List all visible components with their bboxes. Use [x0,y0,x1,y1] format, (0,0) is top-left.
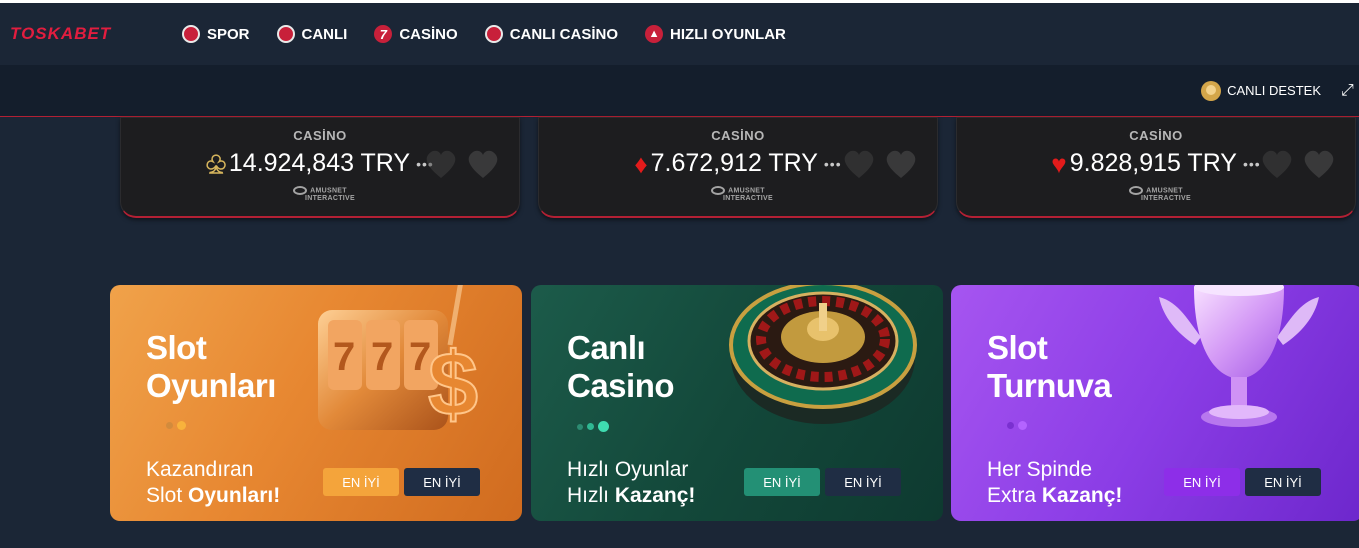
carousel-dot-active[interactable] [598,421,609,432]
roulette-chip-icon [484,25,503,43]
carousel-dots [166,421,190,430]
nav-item-hizli-oyunlar[interactable]: ▲ HIZLI OYUNLAR [645,25,786,43]
live-ball-icon [276,25,295,43]
diamond-icon: ♦ [634,148,648,179]
svg-text:7: 7 [371,335,393,379]
carousel-dot[interactable] [166,422,173,429]
live-support-label: CANLI DESTEK [1227,83,1321,98]
rocket-icon: ▲ [645,25,664,43]
top-navigation-bar: TOSKABET SPOR CANLI 7 CASİNO CANLI CASİN… [0,0,1359,65]
main-nav: SPOR CANLI 7 CASİNO CANLI CASİNO ▲ HIZLI… [182,25,813,43]
promo-card-slot-tournament[interactable]: Slot Turnuva Her Spinde Extra Kazanç! EN İ… [951,285,1359,521]
jackpot-card[interactable]: CASİNO ♥ 9.828,915 TRY ••• AMUSNET INTERA… [956,117,1356,218]
promo-primary-button[interactable]: EN İYİ [744,468,820,496]
carousel-dots [1007,421,1031,430]
promo-secondary-button[interactable]: EN İYİ [1245,468,1321,496]
decorative-hearts-icon [844,150,916,178]
trophy-icon [1159,285,1319,427]
promo-primary-button[interactable]: EN İYİ [1164,468,1240,496]
club-icon: ♣ [205,146,226,180]
decorative-hearts-icon [1262,150,1334,178]
nav-item-label: SPOR [207,25,250,43]
seven-icon: 7 [374,25,393,43]
jackpot-title: CASİNO [293,128,347,143]
provider-logo: AMUSNET INTERACTIVE [957,186,1355,202]
promo-card-live-casino[interactable]: Canlı Casino Hızlı Oyunlar Hızlı Kazanç! E… [531,285,943,521]
nav-item-label: HIZLI OYUNLAR [670,25,786,43]
provider-logo: AMUSNET INTERACTIVE [539,186,937,202]
roulette-wheel-icon [729,285,917,424]
carousel-dot[interactable] [577,423,583,430]
carousel-dot[interactable] [587,423,594,430]
sub-bar: CANLI DESTEK [0,65,1359,117]
site-logo[interactable]: TOSKABET [10,24,170,44]
promo-title: Slot Turnuva [987,329,1112,404]
live-support-button[interactable]: CANLI DESTEK [1201,80,1321,101]
promo-title: Slot Oyunları [146,329,276,404]
jackpot-amount: 9.828,915 TRY [1069,149,1237,177]
promo-primary-button[interactable]: EN İYİ [323,468,399,496]
expand-arrow-icon[interactable]: ⤢ [1341,82,1357,99]
nav-item-label: CASİNO [399,25,458,43]
jackpot-title: CASİNO [1129,128,1183,143]
svg-text:7: 7 [333,335,355,379]
support-agent-icon [1201,80,1222,101]
promo-title: Canlı Casino [567,329,675,404]
promo-card-slot-games[interactable]: 7 7 7 $ Slot Oyunları Kazandıran Slot Oyun… [110,285,522,521]
jackpot-amount: 14.924,843 TRY [228,149,411,177]
jackpot-card[interactable]: CASİNO ♦ 7.672,912 TRY ••• AMUSNET INTERA… [538,117,938,218]
jackpot-amount: 7.672,912 TRY [650,149,818,177]
nav-item-canli[interactable]: CANLI [276,25,348,43]
nav-item-label: CANLI CASİNO [509,25,619,43]
jackpot-title: CASİNO [711,128,765,143]
soccer-ball-icon [182,25,200,43]
carousel-dot[interactable] [1007,422,1014,429]
promo-secondary-button[interactable]: EN İYİ [825,468,901,496]
carousel-dots [577,421,613,432]
promo-description: Hızlı Oyunlar Hızlı Kazanç! [567,458,696,507]
nav-item-canli-casino[interactable]: CANLI CASİNO [484,25,619,43]
svg-text:$: $ [428,335,478,435]
slot-machine-icon: 7 7 7 $ [318,285,479,436]
nav-item-spor[interactable]: SPOR [182,25,250,43]
decorative-hearts-icon [426,150,498,178]
promo-secondary-button[interactable]: EN İYİ [404,468,480,496]
promo-description: Her Spinde Extra Kazanç! [987,458,1123,507]
nav-item-casino[interactable]: 7 CASİNO [374,25,458,43]
carousel-dot-active[interactable] [1018,421,1027,430]
heart-icon: ♥ [1051,148,1067,179]
carousel-dot-active[interactable] [177,421,186,430]
provider-logo: AMUSNET INTERACTIVE [121,186,519,202]
jackpot-card[interactable]: CASİNO ♣ 14.924,843 TRY ••• AMUSNET INTER… [120,117,520,218]
nav-item-label: CANLI [301,25,348,43]
promo-description: Kazandıran Slot Oyunları! [146,458,281,507]
